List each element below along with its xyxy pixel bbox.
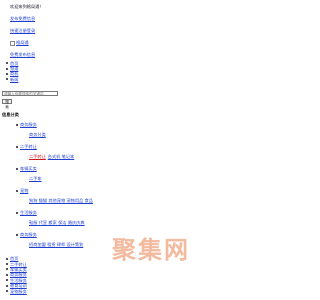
site-logo[interactable]: 格局通 [10, 40, 29, 46]
category-link[interactable]: 商务服务 [20, 122, 37, 127]
subcategory-link[interactable]: 商务分类 [29, 132, 46, 137]
subcategory-link[interactable]: 狗狗 猫猫 其他宠物 宠物用品 食品 [29, 198, 93, 203]
bullet-icon [6, 290, 8, 293]
bullet-icon [16, 189, 18, 192]
category-link[interactable]: 宠物 [20, 188, 28, 193]
nav-item-home[interactable]: 首页 [10, 61, 18, 66]
bullet-icon [6, 284, 8, 287]
bullet-icon [6, 263, 8, 266]
subcategory-link[interactable]: 鞋服 代宣 搬家 保洁 婚庆庆典 [29, 220, 85, 225]
categories-title: 信息分类 [2, 112, 19, 117]
footer-link[interactable]: 二手转让 [10, 262, 27, 267]
category-item: 商务服务 招商加盟 租赁 律师 设计策划 [16, 232, 83, 247]
nav-item-business[interactable]: 商机 [10, 71, 18, 76]
category-item: 生活服务 鞋服 代宣 搬家 保洁 婚庆庆典 [16, 210, 85, 225]
watermark-logo: 聚集网 [112, 236, 190, 264]
bullet-icon [16, 123, 18, 126]
category-item: 宠物 狗狗 猫猫 其他宠物 宠物用品 食品 [16, 188, 93, 203]
category-item: 车辆买卖 二手车 [16, 166, 42, 181]
category-link[interactable]: 二手转让 [20, 144, 37, 149]
category-item: 二手转让 二手转让 台式机 笔记本 [16, 144, 74, 159]
footer-link[interactable]: 宠物服务 [10, 289, 27, 294]
bullet-icon [6, 257, 8, 260]
footer-link[interactable]: 生活服务 [10, 278, 27, 283]
search-button[interactable]: 搜 索 [2, 98, 12, 109]
subcategory-link[interactable]: 二手转让 [29, 154, 46, 159]
bullet-icon [6, 67, 8, 70]
bullet-icon [16, 233, 18, 236]
footer-link[interactable]: 商务服务 [10, 272, 27, 277]
bullet-icon [16, 145, 18, 148]
subcategory-link[interactable]: 二手车 [29, 176, 42, 181]
footer-link[interactable]: 首页 [10, 256, 18, 261]
bullet-icon [16, 211, 18, 214]
search-input[interactable] [2, 91, 58, 96]
broken-image-icon [10, 40, 15, 46]
bullet-icon [16, 167, 18, 170]
main-nav: 首页 频道 商机 新闻 [6, 61, 18, 83]
quick-login-link[interactable]: 快速注册登录 [10, 28, 35, 33]
bullet-icon [6, 279, 8, 282]
nav-item-news[interactable]: 新闻 [10, 77, 18, 82]
bullet-icon [6, 268, 8, 271]
welcome-text: 欢迎来到格局通！ [10, 4, 44, 9]
logo-slogan[interactable]: 免费发布信息 [10, 52, 35, 57]
category-link[interactable]: 商务服务 [20, 232, 37, 237]
bullet-icon [6, 62, 8, 65]
footer-link[interactable]: 教育培训 [10, 283, 27, 288]
bullet-icon [6, 72, 8, 75]
subcategory-link[interactable]: 台式机 笔记本 [48, 154, 74, 159]
subcategory-link[interactable]: 招商加盟 租赁 律师 设计策划 [29, 242, 83, 247]
bullet-icon [6, 78, 8, 81]
bullet-icon [6, 273, 8, 276]
logo-alt-text: 格局通 [16, 40, 29, 45]
post-info-link[interactable]: 发布免费信息 [10, 16, 35, 21]
category-link[interactable]: 生活服务 [20, 210, 37, 215]
category-item: 商务服务 商务分类 [16, 122, 46, 137]
footer-links: 首页 二手转让 车辆买卖 商务服务 生活服务 教育培训 宠物服务 [6, 256, 27, 294]
category-link[interactable]: 车辆买卖 [20, 166, 37, 171]
